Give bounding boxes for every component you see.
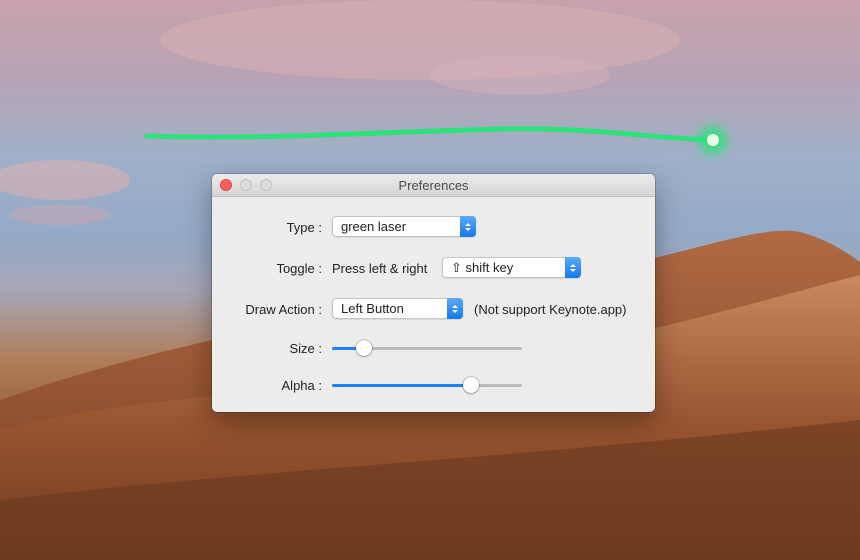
- alpha-label: Alpha :: [281, 378, 322, 393]
- alpha-slider[interactable]: [332, 377, 522, 393]
- laser-trail: [144, 126, 715, 143]
- type-value: green laser: [341, 219, 407, 234]
- size-label: Size :: [289, 341, 322, 356]
- window-title: Preferences: [398, 178, 469, 193]
- laser-dot: [707, 134, 719, 146]
- title-bar[interactable]: Preferences: [212, 174, 655, 197]
- type-label: Type :: [286, 220, 322, 235]
- toggle-key-value: shift key: [465, 260, 514, 275]
- popup-arrows-icon: [565, 257, 581, 278]
- draw-action-popup[interactable]: Left Button: [332, 298, 463, 319]
- slider-knob[interactable]: [356, 340, 372, 356]
- toggle-key-popup[interactable]: ⇧ shift key: [442, 257, 581, 278]
- toggle-description: Press left & right: [332, 261, 428, 276]
- shift-icon: ⇧: [451, 260, 462, 275]
- popup-arrows-icon: [447, 298, 463, 319]
- size-slider[interactable]: [332, 340, 522, 356]
- draw-action-value: Left Button: [341, 301, 404, 316]
- type-popup[interactable]: green laser: [332, 216, 476, 237]
- slider-knob[interactable]: [463, 377, 479, 393]
- draw-action-note: (Not support Keynote.app): [474, 302, 627, 317]
- draw-action-label: Draw Action :: [245, 302, 322, 317]
- popup-arrows-icon: [460, 216, 476, 237]
- slider-fill: [332, 384, 471, 387]
- preferences-window: Preferences Type : green laser Toggle : …: [212, 174, 655, 412]
- toggle-label: Toggle :: [276, 261, 322, 276]
